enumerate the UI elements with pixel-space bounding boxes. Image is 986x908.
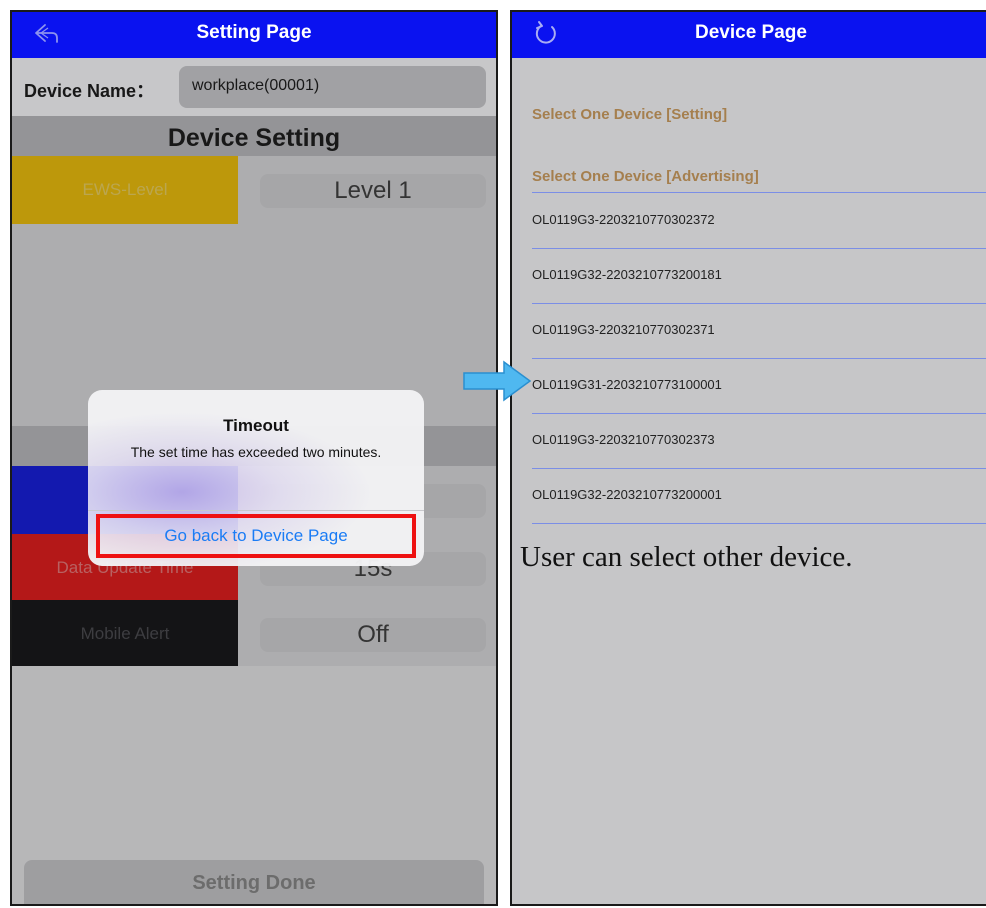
device-list-area: Select One Device [Setting] Select One D… xyxy=(512,58,986,904)
page-title: Device Page xyxy=(695,22,807,43)
alert-message: The set time has exceeded two minutes. xyxy=(130,444,382,460)
alert-divider xyxy=(88,510,424,511)
transition-arrow-icon xyxy=(463,360,532,402)
device-id-label: OL0119G3-2203210770302372 xyxy=(532,212,715,227)
device-id-label: OL0119G32-2203210773200001 xyxy=(532,487,722,502)
go-back-to-device-page-button[interactable]: Go back to Device Page xyxy=(96,514,416,558)
select-device-setting-link[interactable]: Select One Device [Setting] xyxy=(532,106,727,123)
caption-text: User can select other device. xyxy=(520,541,853,573)
device-nav-bar: Device Page xyxy=(512,12,986,58)
select-device-advertising-link[interactable]: Select One Device [Advertising] xyxy=(532,168,759,185)
device-id-label: OL0119G31-2203210773100001 xyxy=(532,377,722,392)
device-page-screen: Device Page Select One Device [Setting] … xyxy=(510,10,986,906)
device-list-item[interactable]: OL0119G3-2203210770302372 xyxy=(532,193,986,249)
device-id-label: OL0119G32-2203210773200181 xyxy=(532,267,722,282)
setting-nav-bar: Setting Page xyxy=(12,12,496,58)
device-list-item[interactable]: OL0119G32-2203210773200001 xyxy=(532,468,986,524)
setting-page-screen: Setting Page Device Name： workplace(0000… xyxy=(10,10,498,906)
timeout-alert-dialog: Timeout The set time has exceeded two mi… xyxy=(88,390,424,566)
device-list-item[interactable]: OL0119G31-2203210773100001 xyxy=(532,358,986,414)
device-list-item[interactable]: OL0119G3-2203210770302373 xyxy=(532,413,986,469)
device-id-label: OL0119G3-2203210770302373 xyxy=(532,432,715,447)
device-list-item[interactable]: OL0119G3-2203210770302371 xyxy=(532,303,986,359)
alert-title: Timeout xyxy=(223,416,289,435)
device-id-label: OL0119G3-2203210770302371 xyxy=(532,322,715,337)
page-title: Setting Page xyxy=(196,22,312,43)
device-list-item[interactable]: OL0119G32-2203210773200181 xyxy=(532,248,986,304)
